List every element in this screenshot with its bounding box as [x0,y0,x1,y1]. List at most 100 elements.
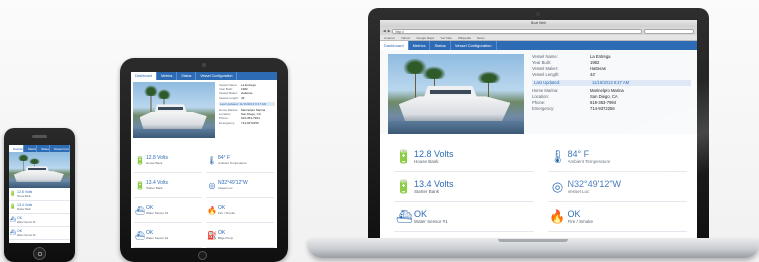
gps-icon: ◎ [551,178,564,194]
card-text: OK Fire / Smoke [218,205,235,215]
tab-metrics[interactable]: Metrics [24,145,38,152]
info-key: Vessel Length: [219,95,239,100]
thermometer-icon: 🌡 [549,148,566,164]
tab-vessel-configuration[interactable]: Vessel Configuration [451,41,497,50]
tab-vessel-configuration[interactable]: Vessel Configuration [196,72,238,80]
tab-dashboard[interactable]: Dashboard [131,72,158,80]
tab-metrics[interactable]: Metrics [409,41,431,50]
card-text: 13.4 Volts Starter Bank [146,180,168,190]
tablet-camera [202,63,206,67]
phone-home-button[interactable] [33,247,46,260]
card-label: Ambient Temperature [218,161,247,165]
laptop-screen: Boat Web ◀ ▶ http:// Amazon Yahoo! Google … [380,20,697,240]
card-value: 13.4 Volts [17,203,33,207]
tab-status[interactable]: Status [37,145,50,152]
status-card[interactable]: 🔋 12.8 Volts House Bank [9,188,70,201]
info-row: Vessel Length: 44' [532,72,691,78]
card-label: Water Sensor #1 [17,220,36,224]
battery-icon: 🔋 [395,178,413,194]
fuel-icon: ⛽ [207,230,217,240]
bookmark-item[interactable]: Google Maps [416,36,434,40]
tab-vessel-configuration[interactable]: Vessel Configuration [50,145,70,152]
laptop-camera [536,12,540,16]
status-card[interactable]: 🌡 84° F Ambient Temperature [206,148,274,173]
laptop-boat-photo [388,54,524,134]
address-bar[interactable]: http:// [392,28,642,34]
card-text: OK Fire / Smoke [568,209,594,225]
status-card[interactable]: 🔋 12.8 Volts House Bank [134,148,202,173]
bookmark-item[interactable]: News [477,36,485,40]
info-value: 44' [241,95,245,100]
status-card[interactable]: 🔥 OK Fire / Smoke [547,202,687,232]
status-card[interactable]: ◎ N32°49'12"W Vessel Loc [547,172,687,202]
status-card[interactable]: 🔋 13.4 Volts Starter Bank [134,173,202,198]
status-card[interactable]: 🌡 84° F Ambient Temperature [547,142,687,172]
card-text: 13.4 Volts Starter Bank [17,203,32,211]
card-text: OK Water Sensor #1 [146,205,168,215]
back-icon[interactable]: ◀ [383,29,386,33]
card-value: N32°49'12"W [567,178,622,189]
phone-speaker [32,135,47,138]
card-label: Vessel Loc [218,186,233,190]
battery-icon: 🔋 [135,155,145,165]
card-text: 84° F Ambient Temperature [568,149,611,165]
status-card[interactable]: ⛴OKWater Sensor #2 [134,223,202,248]
tablet-home-button[interactable] [198,251,207,260]
card-text: OK Water Sensor #1 [17,216,36,224]
card-value: 12.8 Volts [414,148,454,159]
last-updated-label: Last Updated: [220,101,239,106]
phone-device: DashboardMetricsStatusVessel Configurati… [4,128,75,262]
bookmark-item[interactable]: Wikipedia [458,36,471,40]
forward-icon[interactable]: ▶ [388,29,391,33]
bookmark-item[interactable]: YouTube [440,36,452,40]
card-text: 12.8 Volts House Bank [146,155,168,165]
card-label: Water Sensor #2 [17,233,36,237]
boat-icon: ⛴ [134,205,146,215]
info-row: Emergency: 714-9372256 [219,121,275,125]
card-value: 84° F [567,148,590,159]
status-card[interactable]: ⛴ OK Water Sensor #1 [9,214,70,227]
card-value: OK [567,208,581,219]
card-label: Vessel Loc [567,188,590,194]
boat-icon: ⛴ [9,230,17,236]
bookmark-item[interactable]: Amazon [384,36,395,40]
status-card[interactable]: 🔋 12.8 Volts House Bank [394,142,534,172]
search-box[interactable] [644,28,694,34]
info-key: Emergency: [532,106,555,111]
boat-icon: ⛴ [134,230,146,240]
card-text: OKWater Sensor #2 [146,230,168,240]
flame-icon: 🔥 [549,208,566,224]
card-label: Fire / Smoke [218,211,236,215]
tab-metrics[interactable]: Metrics [157,72,178,80]
tab-status[interactable]: Status [177,72,197,80]
tablet-device: Dashboard Metrics Status Vessel Configurati… [120,58,288,262]
status-card[interactable]: ⛴ OK Water Sensor #1 [134,198,202,223]
card-text: OKBilge Pump [218,230,233,240]
tab-dashboard[interactable]: Dashboard [9,145,25,152]
status-card[interactable]: 🔋 13.4 Volts Starter Bank [394,172,534,202]
status-card[interactable]: ⛴ OK Water Sensor #1 [394,202,534,232]
card-label: Starter Bank [414,188,440,194]
bookmark-item[interactable]: Yahoo! [401,36,410,40]
card-text: OK Water Sensor #1 [414,209,448,225]
info-key: Emergency: [219,120,236,125]
info-key: Vessel Length: [532,72,560,77]
card-text: 13.4 Volts Starter Bank [414,179,454,195]
status-card[interactable]: ⛴OKWater Sensor #2 [9,227,70,240]
status-card[interactable]: ◎ N32°49'12"W Vessel Loc [206,173,274,198]
status-card[interactable]: ⛽OKBilge Pump [206,223,274,248]
card-label: Starter Bank [146,186,163,190]
laptop-card-grid: 🔋 12.8 Volts House Bank 🌡 84° F Ambient Tempe… [380,134,697,240]
thermometer-icon: 🌡 [206,155,218,165]
card-label: House Bank [414,158,439,164]
card-text: 84° F Ambient Temperature [218,155,247,165]
card-label: House Bank [146,161,163,165]
status-card[interactable]: 🔋 13.4 Volts Starter Bank [9,201,70,214]
laptop-vessel-info: Vessel Name: La Entrega Year Built: 1982 Ves… [524,50,697,134]
status-card[interactable]: 🔥 OK Fire / Smoke [206,198,274,223]
tablet-tab-bar: Dashboard Metrics Status Vessel Configurati… [131,72,277,80]
info-row: Emergency: 714-9372256 [532,106,691,112]
tab-dashboard[interactable]: Dashboard [380,41,409,50]
card-label: House Bank [17,194,31,198]
tab-status[interactable]: Status [430,41,451,50]
